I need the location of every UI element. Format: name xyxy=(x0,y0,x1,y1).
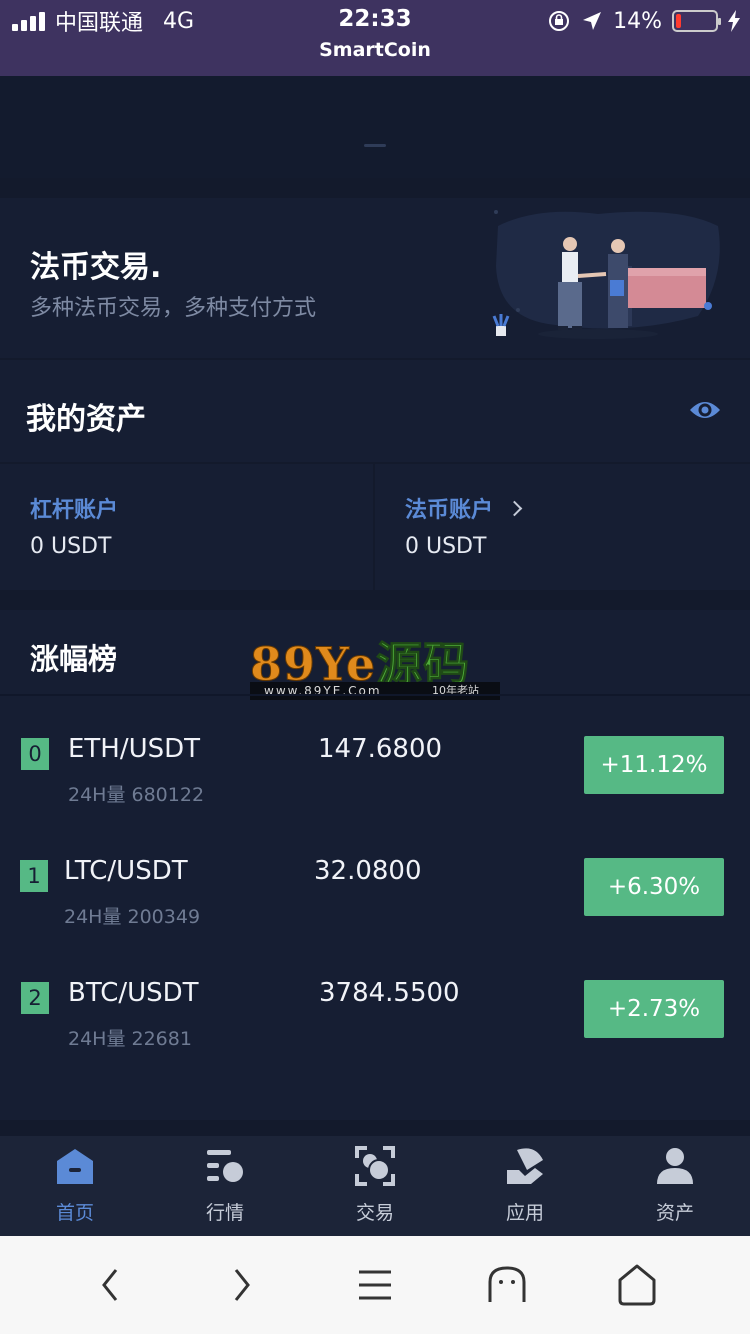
chevron-right-icon xyxy=(506,500,523,516)
pair-name: ETH/USDT xyxy=(68,734,201,764)
carousel-indicator[interactable] xyxy=(364,144,386,147)
fiat-account-card[interactable]: 法币账户 0 USDT xyxy=(375,464,750,590)
battery-icon xyxy=(672,10,721,32)
watermark-tagline: 10年老站 xyxy=(432,684,479,697)
last-price: 3784.5500 xyxy=(319,978,460,1008)
promo-subtitle: 多种法币交易，多种支付方式 xyxy=(30,296,317,321)
user-icon xyxy=(657,1148,693,1184)
tab-label: 行情 xyxy=(205,1202,244,1224)
margin-account-card[interactable]: 杠杆账户 0 USDT xyxy=(0,464,373,590)
ranking-row[interactable]: 2 BTC/USDT 24H量 22681 3784.5500 +2.73% xyxy=(0,964,750,1074)
status-bar: 中国联通 4G 22:33 SmartCoin 14% xyxy=(0,0,750,76)
ghost-icon[interactable] xyxy=(482,1260,532,1310)
fiat-account-label: 法币账户 xyxy=(405,498,494,523)
tab-label: 首页 xyxy=(55,1202,94,1224)
tab-home[interactable]: 首页 xyxy=(0,1136,150,1236)
divider xyxy=(0,694,750,696)
forward-icon[interactable] xyxy=(216,1260,266,1310)
rank-badge: 2 xyxy=(21,982,49,1014)
margin-account-label: 杠杆账户 xyxy=(30,498,119,523)
pair-name: LTC/USDT xyxy=(64,856,188,886)
banner-carousel[interactable] xyxy=(0,76,750,178)
rank-badge: 1 xyxy=(20,860,48,892)
trade-icon xyxy=(355,1146,395,1186)
change-badge[interactable]: +2.73% xyxy=(584,980,724,1038)
pair-name: BTC/USDT xyxy=(68,978,199,1008)
last-price: 32.0800 xyxy=(314,856,422,886)
watermark-logo: 89Ye源码 www.89YE.Com 10年老站 xyxy=(249,628,500,700)
promo-title: 法币交易. xyxy=(30,250,162,285)
margin-account-value: 0 USDT xyxy=(30,534,112,559)
eye-visibility-icon[interactable] xyxy=(688,396,722,424)
fiat-account-label-row: 法币账户 xyxy=(405,492,523,524)
home-icon xyxy=(57,1149,93,1184)
fiat-trade-promo[interactable]: 法币交易. 多种法币交易，多种支付方式 xyxy=(0,198,750,358)
fiat-account-value: 0 USDT xyxy=(405,534,487,559)
handshake-illustration xyxy=(492,210,720,339)
location-arrow-icon xyxy=(583,12,602,30)
tab-apps[interactable]: 应用 xyxy=(450,1136,600,1236)
menu-icon[interactable] xyxy=(350,1260,400,1310)
app-title: SmartCoin xyxy=(319,39,431,61)
change-badge[interactable]: +6.30% xyxy=(584,858,724,916)
battery-percent: 14% xyxy=(613,8,662,34)
apps-icon xyxy=(507,1148,543,1184)
gainers-ranking: 涨幅榜 89Ye源码 www.89YE.Com 10年老站 0 ETH/USDT … xyxy=(0,610,750,1120)
charging-bolt-icon xyxy=(728,10,740,32)
market-icon xyxy=(207,1150,243,1182)
last-price: 147.6800 xyxy=(318,734,443,764)
tab-label: 资产 xyxy=(655,1202,694,1224)
tab-assets[interactable]: 资产 xyxy=(600,1136,750,1236)
volume-24h: 24H量 680122 xyxy=(68,784,205,806)
rank-badge: 0 xyxy=(21,738,49,770)
change-badge[interactable]: +11.12% xyxy=(584,736,724,794)
tab-label: 应用 xyxy=(505,1202,544,1224)
tab-market[interactable]: 行情 xyxy=(150,1136,300,1236)
bottom-tab-bar: 首页 行情 交易 应用 资产 xyxy=(0,1136,750,1236)
ranking-row[interactable]: 0 ETH/USDT 24H量 680122 147.6800 +11.12% xyxy=(0,720,750,830)
tab-label: 交易 xyxy=(355,1202,394,1224)
ranking-row[interactable]: 1 LTC/USDT 24H量 200349 32.0800 +6.30% xyxy=(0,842,750,952)
gainers-title: 涨幅榜 xyxy=(30,642,118,676)
volume-24h: 24H量 200349 xyxy=(64,906,201,928)
rotation-lock-icon xyxy=(549,11,570,31)
tab-trade[interactable]: 交易 xyxy=(300,1136,450,1236)
back-icon[interactable] xyxy=(86,1260,136,1310)
my-assets-header: 我的资产 xyxy=(0,360,750,462)
browser-toolbar xyxy=(0,1236,750,1334)
home-browser-icon[interactable] xyxy=(612,1260,662,1310)
volume-24h: 24H量 22681 xyxy=(68,1028,192,1050)
my-assets-title: 我的资产 xyxy=(26,402,146,437)
